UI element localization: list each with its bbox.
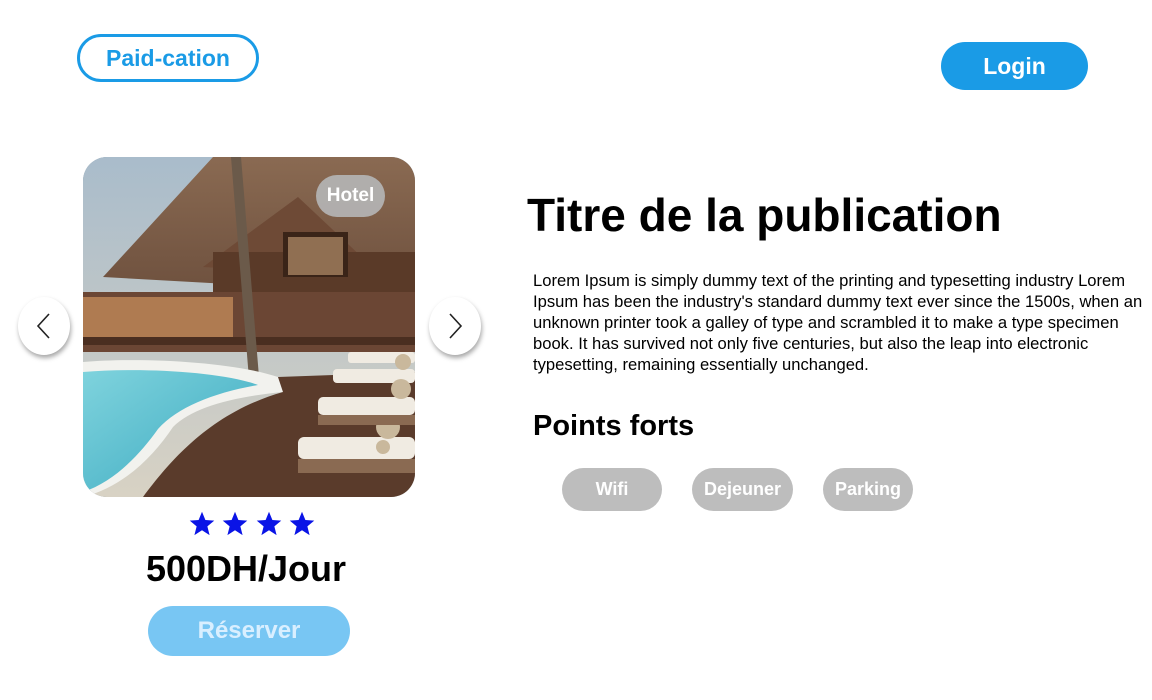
chevron-left-icon — [36, 313, 50, 339]
star-icon — [189, 511, 215, 536]
listing-page: Paid-cation Login Hotel 500DH/Jour Réser… — [0, 0, 1152, 700]
reserve-button[interactable]: Réserver — [148, 606, 350, 656]
strength-chip-wifi: Wifi — [562, 468, 662, 511]
chevron-right-icon — [449, 313, 463, 339]
listing-title: Titre de la publication — [527, 189, 1002, 241]
strength-chip-dejeuner: Dejeuner — [692, 468, 793, 511]
star-icon — [256, 511, 281, 536]
next-photo-button[interactable] — [429, 297, 481, 355]
rating-stars — [188, 510, 316, 542]
strengths-heading: Points forts — [533, 410, 695, 442]
star-icon — [223, 511, 248, 536]
listing-description: Lorem Ipsum is simply dummy text of the … — [533, 271, 1143, 374]
previous-photo-button[interactable] — [18, 297, 70, 355]
price-label: 500DH/Jour — [145, 548, 347, 589]
login-button[interactable]: Login — [941, 42, 1088, 90]
brand-logo-button[interactable]: Paid-cation — [77, 34, 259, 82]
strength-chip-parking: Parking — [823, 468, 913, 511]
category-badge: Hotel — [316, 175, 385, 217]
star-icon — [289, 511, 315, 536]
